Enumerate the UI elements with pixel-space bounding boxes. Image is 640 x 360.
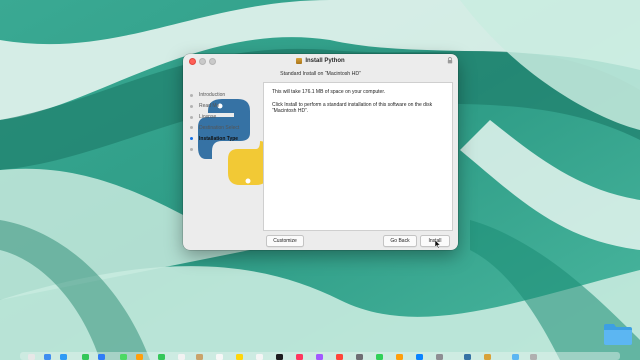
notes-dock-icon[interactable]	[236, 354, 243, 360]
music-dock-icon[interactable]	[296, 354, 303, 360]
downloads-dock-icon[interactable]	[512, 354, 519, 360]
contacts-dock-icon[interactable]	[196, 354, 203, 360]
close-button[interactable]	[189, 58, 196, 65]
title-bar: Install Python	[183, 54, 458, 68]
content-pane: This will take 176.1 MB of space on your…	[263, 82, 453, 231]
podcasts-dock-icon[interactable]	[316, 354, 323, 360]
pages-dock-icon[interactable]	[396, 354, 403, 360]
reminders-dock-icon[interactable]	[216, 354, 223, 360]
installer-window: Install Python Standard Install on “Maci…	[183, 54, 458, 250]
keynote-dock-icon[interactable]	[356, 354, 363, 360]
facetime-dock-icon[interactable]	[158, 354, 165, 360]
space-required-text: This will take 176.1 MB of space on your…	[272, 89, 386, 95]
news-dock-icon[interactable]	[336, 354, 343, 360]
safari-dock-icon[interactable]	[60, 354, 67, 360]
step-license: License	[190, 112, 239, 123]
step-destination-select: Destination Select	[190, 122, 239, 133]
folder-icon[interactable]	[603, 322, 633, 346]
numbers-dock-icon[interactable]	[376, 354, 383, 360]
customize-button[interactable]: Customize	[266, 235, 304, 247]
installer-sidebar: Introduction Read Me License Destination…	[190, 90, 268, 230]
go-back-button[interactable]: Go Back	[383, 235, 417, 247]
installer-steps: Introduction Read Me License Destination…	[190, 90, 239, 155]
mouse-cursor-icon	[435, 240, 441, 249]
calendar-dock-icon[interactable]	[178, 354, 185, 360]
trash-dock-icon[interactable]	[530, 354, 537, 360]
launchpad-dock-icon[interactable]	[44, 354, 51, 360]
photos-dock-icon[interactable]	[136, 354, 143, 360]
window-controls	[189, 58, 216, 65]
app-store-dock-icon[interactable]	[416, 354, 423, 360]
messages-dock-icon[interactable]	[82, 354, 89, 360]
mail-dock-icon[interactable]	[98, 354, 105, 360]
finder-dock-icon[interactable]	[28, 354, 35, 360]
package-icon	[296, 58, 303, 64]
step-introduction: Introduction	[190, 90, 239, 101]
minimize-button[interactable]	[199, 58, 206, 65]
step-read-me: Read Me	[190, 101, 239, 112]
freeform-dock-icon[interactable]	[256, 354, 263, 360]
installer-subtitle: Standard Install on “Macintosh HD”	[280, 71, 361, 77]
installer-dock-icon[interactable]	[484, 354, 491, 360]
zoom-button[interactable]	[209, 58, 216, 65]
window-title: Install Python	[305, 58, 345, 64]
install-instructions-text: Click Install to perform a standard inst…	[272, 102, 433, 115]
lock-icon[interactable]	[447, 57, 453, 64]
python-dock-icon[interactable]	[464, 354, 471, 360]
step-installation-type: Installation Type	[190, 133, 239, 144]
system-settings-dock-icon[interactable]	[436, 354, 443, 360]
tv-dock-icon[interactable]	[276, 354, 283, 360]
step-next	[190, 144, 239, 155]
maps-dock-icon[interactable]	[120, 354, 127, 360]
